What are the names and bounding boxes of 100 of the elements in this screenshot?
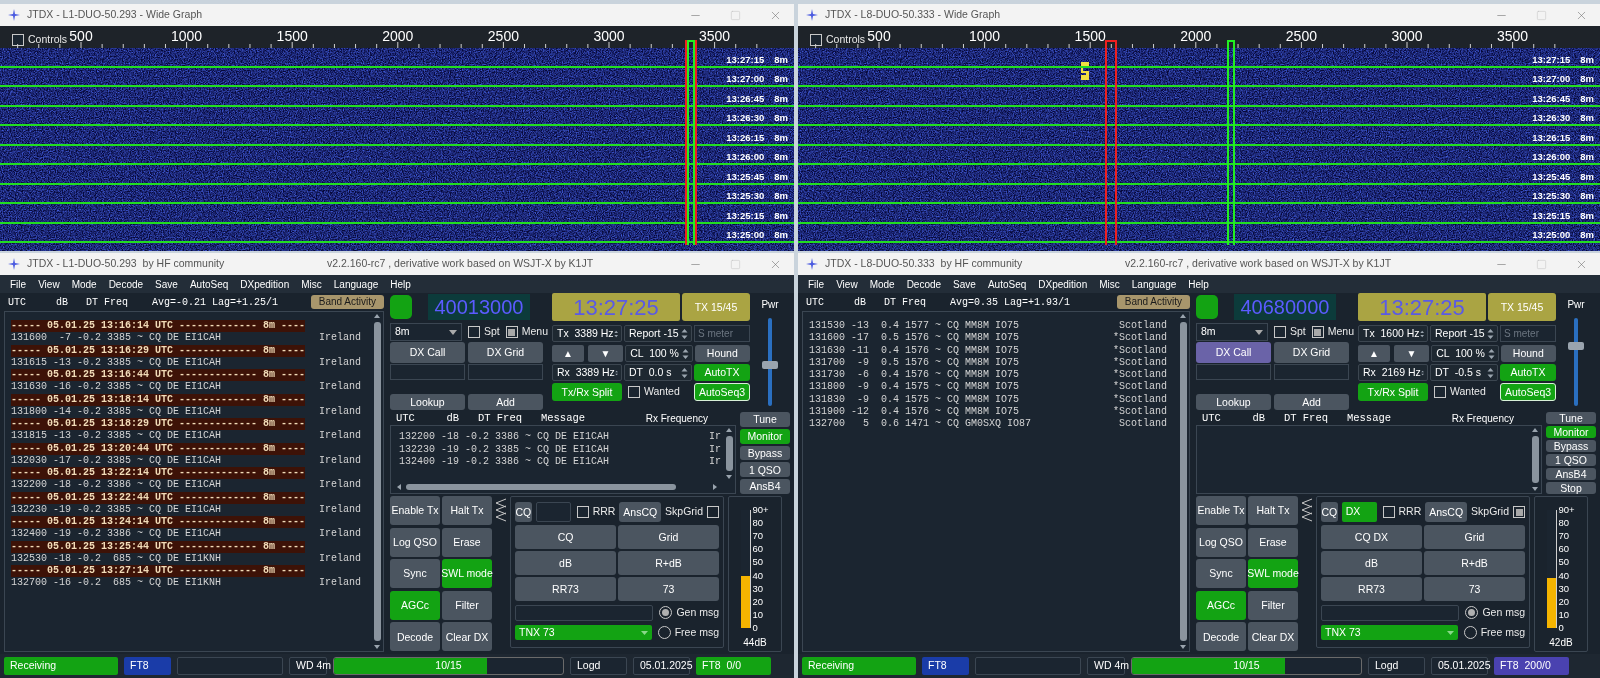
side-button[interactable]: Tune bbox=[1546, 412, 1596, 424]
dx-call-button[interactable]: DX Call bbox=[390, 342, 465, 363]
menu-item[interactable]: Mode bbox=[71, 276, 97, 292]
cq-button[interactable]: CQ bbox=[515, 502, 532, 522]
dx-grid-button[interactable]: DX Grid bbox=[1274, 342, 1349, 363]
decode-line[interactable]: 131630 -11 0.4 1576 ~ CQ MM8M IO75 bbox=[809, 344, 1020, 357]
menu-item[interactable]: Decode bbox=[906, 276, 942, 292]
decode-line[interactable]: 131530 -13 0.4 1577 ~ CQ MM8M IO75 bbox=[809, 320, 1020, 333]
menu-item[interactable]: Help bbox=[390, 276, 411, 292]
menu-item[interactable]: Language bbox=[333, 276, 379, 292]
menu-item[interactable]: AutoSeq bbox=[987, 276, 1027, 292]
decode-line[interactable]: 132400 -19 -0.2 3386 ~ CQ DE EI1CAH bbox=[399, 456, 610, 469]
message-button[interactable]: CQ bbox=[515, 525, 616, 549]
up-button[interactable]: ▲ bbox=[1358, 345, 1390, 362]
add-button[interactable]: Add bbox=[468, 394, 543, 410]
control-button[interactable]: Decode bbox=[1196, 622, 1246, 652]
control-button[interactable]: Clear DX bbox=[442, 622, 492, 652]
band-select[interactable]: 8m bbox=[390, 323, 462, 341]
spin-box[interactable]: Tx 3389 Hz bbox=[552, 325, 622, 342]
message-button[interactable]: CQ DX bbox=[1321, 525, 1422, 549]
message-button[interactable]: RR73 bbox=[1321, 577, 1422, 601]
decode-line[interactable]: 131800 -14 -0.2 3385 ~ CQ DE EI1CAH bbox=[11, 405, 222, 418]
decode-line[interactable]: 132530 -18 -0.2 685 ~ CQ DE EI1KNH bbox=[11, 552, 222, 565]
menu-item[interactable]: Help bbox=[1188, 276, 1209, 292]
menu-item[interactable]: View bbox=[38, 276, 60, 292]
side-button[interactable]: 1 QSO bbox=[1546, 454, 1596, 466]
band-activity-button[interactable]: Band Activity bbox=[1116, 295, 1190, 309]
spin-box[interactable]: CL 100 % bbox=[625, 345, 693, 362]
control-button[interactable]: Halt Tx bbox=[1248, 496, 1298, 525]
band-activity-button[interactable]: Band Activity bbox=[310, 295, 384, 309]
decode-line[interactable]: 132200 -18 -0.2 3386 ~ CQ DE EI1CAH bbox=[11, 479, 222, 492]
menu-item[interactable]: Mode bbox=[869, 276, 895, 292]
menu-item[interactable]: File bbox=[808, 276, 825, 292]
control-button[interactable]: Halt Tx bbox=[442, 496, 492, 525]
control-button[interactable]: Clear DX bbox=[1248, 622, 1298, 652]
decode-line[interactable]: 131600 -17 0.5 1576 ~ CQ MM8M IO75 bbox=[809, 332, 1020, 345]
spin-box[interactable]: Tx 1600 Hz bbox=[1358, 325, 1428, 342]
decode-line[interactable]: 132200 -18 -0.2 3386 ~ CQ DE EI1CAH bbox=[399, 431, 610, 444]
spin-box[interactable]: Report -15 bbox=[624, 325, 692, 342]
control-button[interactable]: Erase bbox=[1248, 527, 1298, 557]
menu-item[interactable]: DXpedition bbox=[240, 276, 290, 292]
menu-item[interactable]: Decode bbox=[108, 276, 144, 292]
dx-grid-button[interactable]: DX Grid bbox=[468, 342, 543, 363]
control-button[interactable]: Filter bbox=[1248, 590, 1298, 620]
control-button[interactable]: Sync bbox=[390, 559, 440, 589]
band-select[interactable]: 8m bbox=[1196, 323, 1268, 341]
down-button[interactable]: ▼ bbox=[587, 345, 624, 362]
hound-button[interactable]: Hound bbox=[1500, 345, 1556, 362]
up-button[interactable]: ▲ bbox=[552, 345, 584, 362]
side-button[interactable]: AnsB4 bbox=[740, 479, 790, 494]
spin-box[interactable]: CL 100 % bbox=[1431, 345, 1499, 362]
message-button[interactable]: R+dB bbox=[1424, 551, 1525, 575]
control-button[interactable]: Enable Tx bbox=[1196, 496, 1246, 525]
control-button[interactable]: Enable Tx bbox=[390, 496, 440, 525]
side-button[interactable]: AnsB4 bbox=[1546, 468, 1596, 480]
message-button[interactable]: dB bbox=[515, 551, 616, 575]
menu-item[interactable]: Save bbox=[953, 276, 976, 292]
decode-line[interactable]: 131800 -9 0.4 1575 ~ CQ MM8M IO75 bbox=[809, 381, 1020, 394]
spin-box[interactable]: Rx 3389 Hz bbox=[552, 364, 622, 381]
menu-item[interactable]: Misc bbox=[301, 276, 322, 292]
decode-line[interactable]: 131630 -16 -0.2 3385 ~ CQ DE EI1CAH bbox=[11, 381, 222, 394]
decode-line[interactable]: 131615 -13 -0.2 3385 ~ CQ DE EI1CAH bbox=[11, 356, 222, 369]
menu-item[interactable]: DXpedition bbox=[1038, 276, 1088, 292]
decode-line[interactable]: 132030 -17 -0.2 3385 ~ CQ DE EI1CAH bbox=[11, 454, 222, 467]
down-button[interactable]: ▼ bbox=[1393, 345, 1430, 362]
decode-line[interactable]: 131830 -9 0.4 1575 ~ CQ MM8M IO75 bbox=[809, 393, 1020, 406]
decode-line[interactable]: 131900 -12 0.4 1576 ~ CQ MM8M IO75 bbox=[809, 405, 1020, 418]
menu-item[interactable]: View bbox=[836, 276, 858, 292]
side-button[interactable]: Bypass bbox=[1546, 440, 1596, 452]
control-button[interactable]: Filter bbox=[442, 590, 492, 620]
side-button[interactable]: Bypass bbox=[740, 445, 790, 461]
control-button[interactable]: Log QSO bbox=[1196, 527, 1246, 557]
menu-item[interactable]: Language bbox=[1131, 276, 1177, 292]
message-button[interactable]: 73 bbox=[1424, 577, 1525, 601]
message-button[interactable]: 73 bbox=[618, 577, 719, 601]
message-button[interactable]: Grid bbox=[618, 525, 719, 549]
decode-line[interactable]: 131815 -13 -0.2 3385 ~ CQ DE EI1CAH bbox=[11, 430, 222, 443]
side-button[interactable]: Tune bbox=[740, 412, 790, 427]
dx-call-button[interactable]: DX Call bbox=[1196, 342, 1271, 363]
control-button[interactable]: Sync bbox=[1196, 559, 1246, 589]
decode-line[interactable]: 131700 -9 0.5 1576 ~ CQ MM8M IO75 bbox=[809, 356, 1020, 369]
lookup-button[interactable]: Lookup bbox=[390, 394, 465, 410]
message-button[interactable]: dB bbox=[1321, 551, 1422, 575]
control-button[interactable]: Log QSO bbox=[390, 527, 440, 557]
control-button[interactable]: Erase bbox=[442, 527, 492, 557]
menu-item[interactable]: Misc bbox=[1099, 276, 1120, 292]
message-button[interactable]: R+dB bbox=[618, 551, 719, 575]
message-button[interactable]: RR73 bbox=[515, 577, 616, 601]
side-button[interactable]: Stop bbox=[1546, 482, 1596, 494]
spin-box[interactable]: Report -15 bbox=[1430, 325, 1498, 342]
anscq-button[interactable]: AnsCQ bbox=[619, 502, 662, 522]
decode-line[interactable]: 132700 5 0.6 1471 ~ CQ GM0SXQ IO87 bbox=[809, 418, 1032, 431]
decode-line[interactable]: 132230 -19 -0.2 3385 ~ CQ DE EI1CAH bbox=[399, 443, 610, 456]
menu-item[interactable]: AutoSeq bbox=[189, 276, 229, 292]
spin-box[interactable]: DT 0.0 s bbox=[624, 364, 692, 381]
message-button[interactable]: Grid bbox=[1424, 525, 1525, 549]
anscq-button[interactable]: AnsCQ bbox=[1425, 502, 1468, 522]
lookup-button[interactable]: Lookup bbox=[1196, 394, 1271, 410]
s-meter-field[interactable]: S meter bbox=[694, 325, 750, 342]
hound-button[interactable]: Hound bbox=[694, 345, 750, 362]
